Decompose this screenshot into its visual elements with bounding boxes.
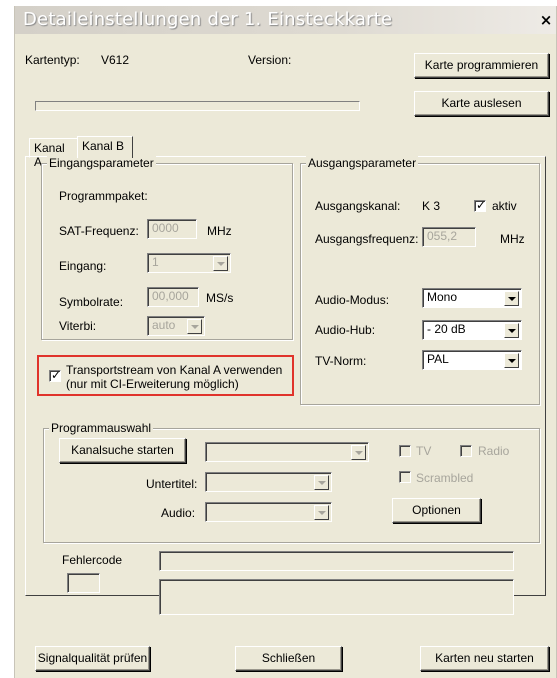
audio-label: Audio: [161,506,196,520]
output-channel-value: K 3 [422,199,441,213]
card-type-label: Kartentyp: [25,53,80,67]
progress-bar [35,101,360,111]
viterbi-value: auto [152,318,176,332]
chevron-down-icon[interactable] [314,475,329,490]
symbolrate-field[interactable]: 00,000 [147,287,199,307]
audio-mode-value: Mono [427,290,458,304]
radio-checkbox[interactable] [460,445,472,457]
tv-label: TV [416,444,432,458]
tv-norm-label: TV-Norm: [315,354,367,368]
output-frequency-unit: MHz [500,232,525,246]
error-message-field [159,551,514,571]
version-label: Version: [248,53,292,67]
chevron-down-icon[interactable] [504,291,519,306]
close-button[interactable]: Schließen [235,646,342,671]
dialog-window: Detaileinstellungen der 1. Einsteckkarte… [14,6,557,678]
output-channel-label: Ausgangskanal: [315,199,401,213]
transport-stream-line2: (nur mit CI-Erweiterung möglich) [66,377,239,391]
sat-frequency-unit: MHz [207,224,232,238]
sat-frequency-label: SAT-Frequenz: [59,224,139,238]
chevron-down-icon[interactable] [504,323,519,338]
audio-hub-label: Audio-Hub: [315,323,376,337]
restart-cards-button[interactable]: Karten neu starten [420,646,549,671]
output-params-title: Ausgangsparameter [306,156,419,170]
signal-quality-button[interactable]: Signalqualität prüfen [35,646,150,671]
transport-stream-line1: Transportstream von Kanal A verwenden [66,363,283,377]
scrambled-label: Scrambled [416,471,474,485]
symbolrate-unit: MS/s [206,291,234,305]
subtitle-select[interactable] [205,472,332,492]
symbolrate-label: Symbolrate: [59,295,124,309]
symbolrate-value: 00,000 [152,289,189,303]
error-code-field [67,573,100,593]
subtitle-label: Untertitel: [146,477,198,491]
transport-stream-label: Transportstream von Kanal A verwenden (nu… [66,363,282,391]
chevron-down-icon[interactable] [351,445,366,460]
aktiv-label: aktiv [492,199,517,213]
chevron-down-icon[interactable] [213,256,228,271]
tv-checkbox[interactable] [399,445,411,457]
title-bar: Detaileinstellungen der 1. Einsteckkarte… [15,6,556,34]
audio-hub-select[interactable]: - 20 dB [422,320,522,340]
window-title: Detaileinstellungen der 1. Einsteckkarte [23,9,393,30]
program-selection-title: Programmauswahl [49,421,154,435]
error-code-label: Fehlercode [62,553,123,567]
eingang-value: 1 [152,255,159,269]
tv-norm-select[interactable]: PAL [422,350,522,370]
sat-frequency-value: 0000 [152,221,179,235]
close-icon[interactable]: × [538,12,554,28]
viterbi-label: Viterbi: [59,319,97,333]
audio-mode-label: Audio-Modus: [315,293,390,307]
programmpaket-label: Programmpaket: [59,189,148,203]
chevron-down-icon[interactable] [314,505,329,520]
tab-kanal-b[interactable]: Kanal B [77,136,133,158]
checkmark-icon: ✓ [476,198,487,212]
tab-kanal-a[interactable]: Kanal A [29,138,78,169]
output-frequency-label: Ausgangsfrequenz: [315,232,419,246]
options-button[interactable]: Optionen [392,498,481,523]
tv-norm-value: PAL [427,352,449,366]
transport-stream-checkbox[interactable]: ✓ [49,368,62,382]
program-select[interactable] [205,442,369,462]
eingang-select[interactable]: 1 [147,253,231,273]
channel-search-button[interactable]: Kanalsuche starten [59,438,186,463]
viterbi-select[interactable]: auto [147,316,205,336]
sat-frequency-field[interactable]: 0000 [147,219,197,239]
scrambled-checkbox[interactable] [399,471,411,483]
read-card-button[interactable]: Karte auslesen [414,91,549,116]
output-frequency-field[interactable]: 055,2 [422,227,476,247]
chevron-down-icon[interactable] [187,319,202,334]
audio-hub-value: - 20 dB [427,322,466,336]
checkmark-icon: ✓ [51,368,62,382]
aktiv-checkbox[interactable]: ✓ [474,198,487,212]
program-card-button[interactable]: Karte programmieren [414,53,549,78]
input-params-title: Eingangsparameter [47,156,156,170]
audio-mode-select[interactable]: Mono [422,288,522,308]
audio-select[interactable] [205,502,332,522]
radio-label: Radio [478,444,510,458]
card-type-value: V612 [101,53,130,67]
eingang-label: Eingang: [59,259,107,273]
error-details-field [159,579,514,615]
chevron-down-icon[interactable] [504,353,519,368]
output-frequency-value: 055,2 [427,229,458,243]
